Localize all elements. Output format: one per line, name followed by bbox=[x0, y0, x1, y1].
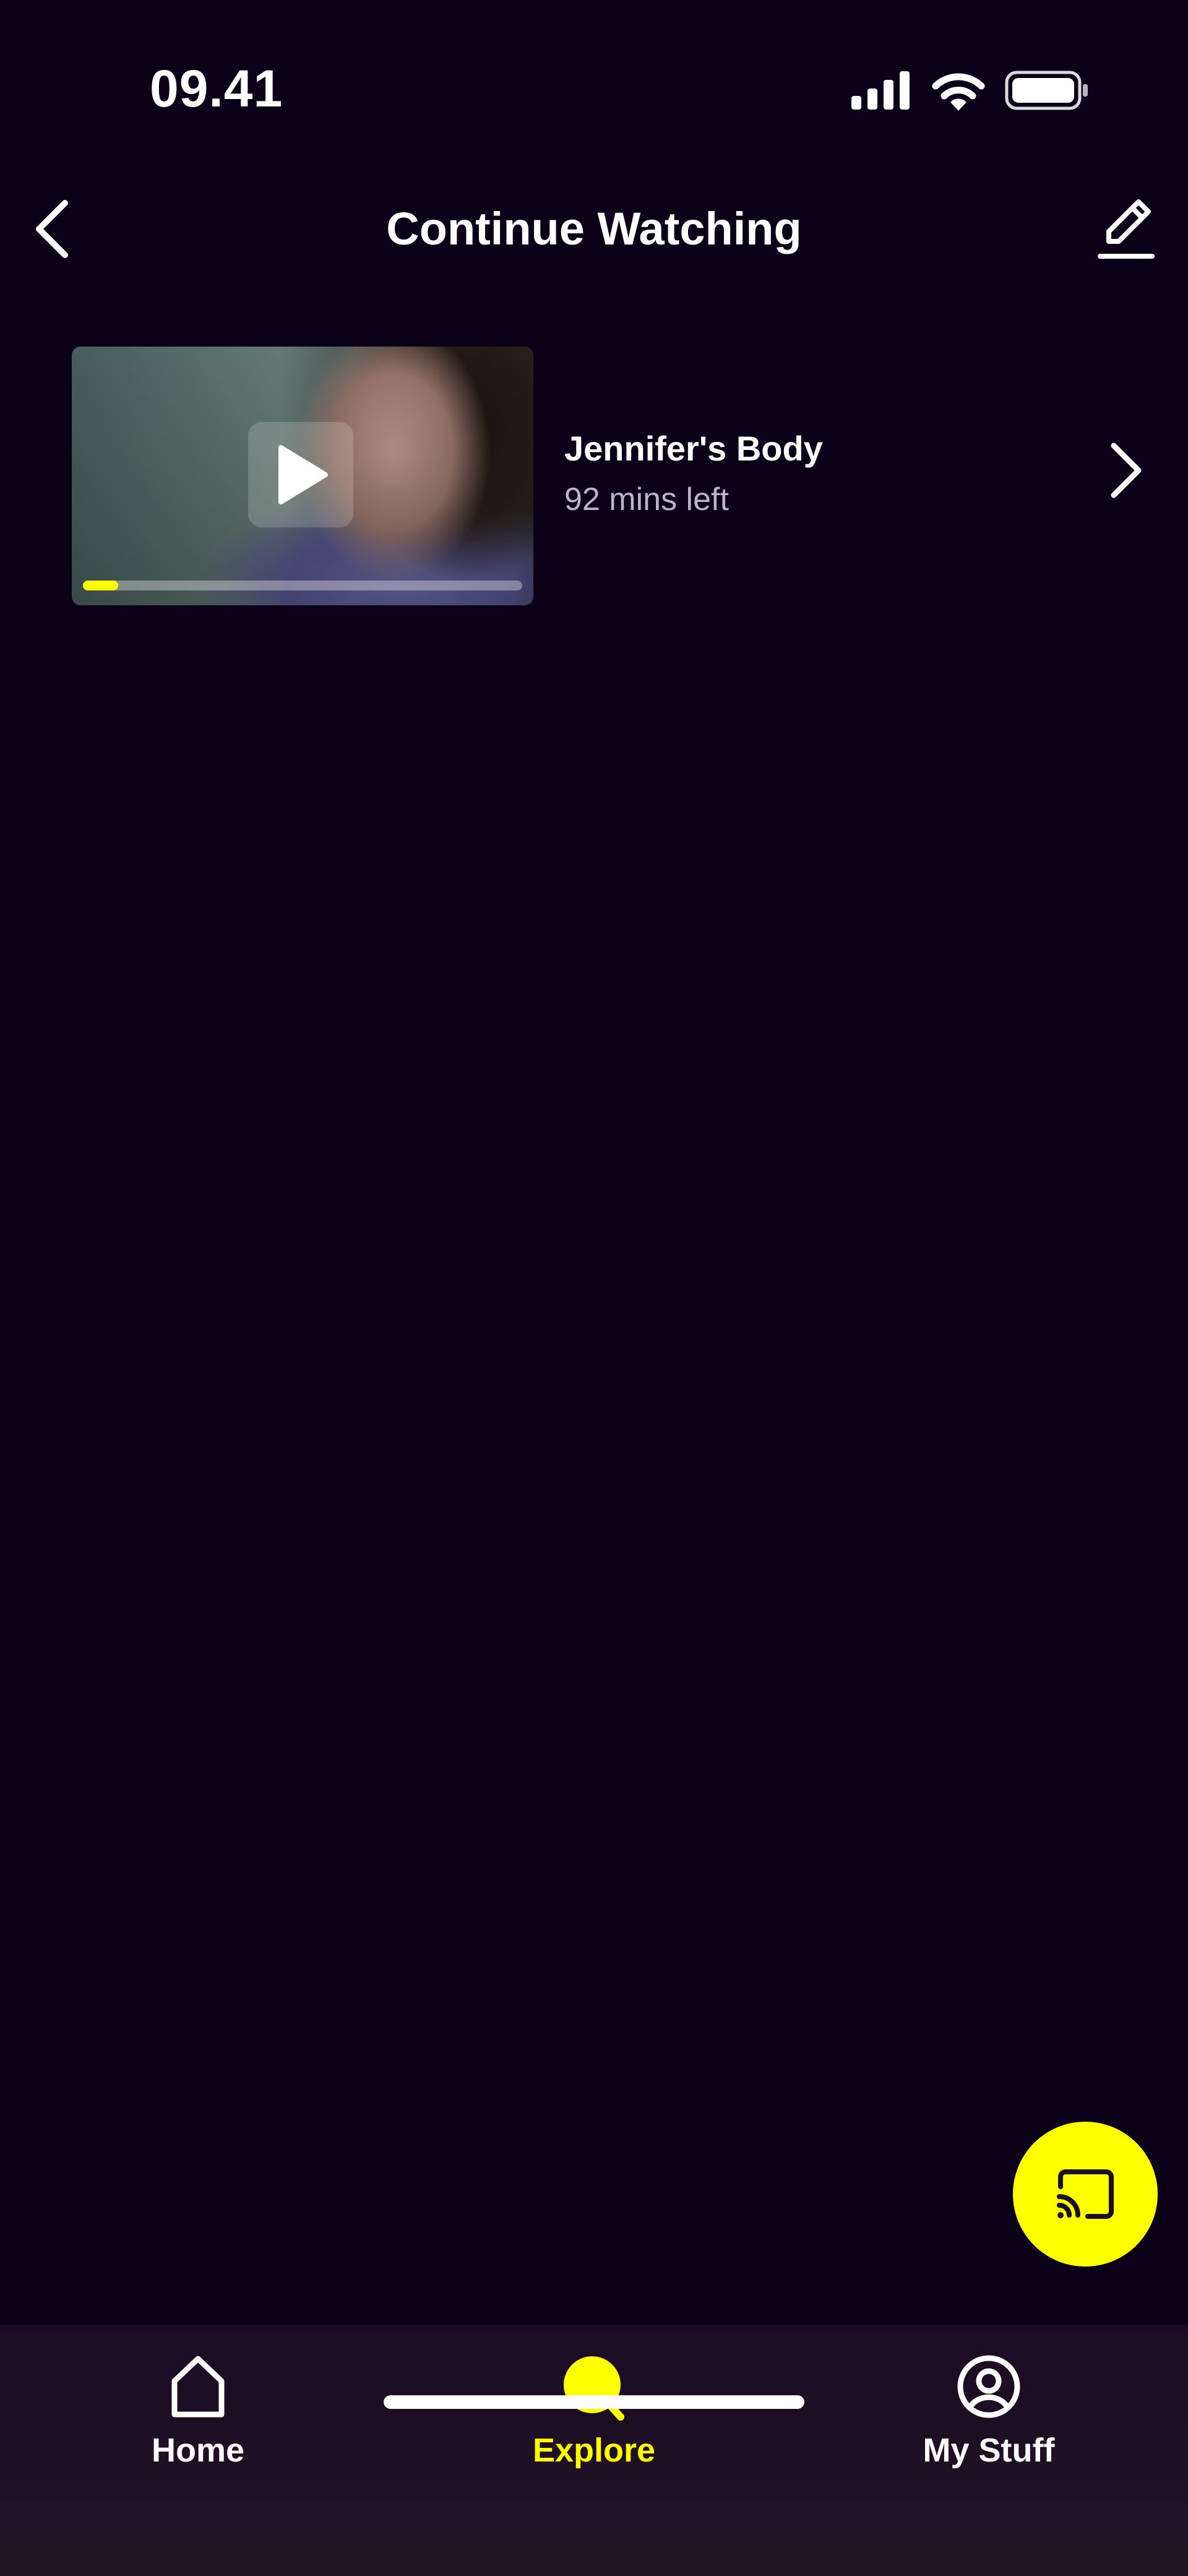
item-title: Jennifer's Body bbox=[564, 429, 823, 468]
video-thumbnail[interactable] bbox=[72, 347, 533, 605]
nav-label-explore: Explore bbox=[532, 2432, 656, 2469]
watch-progress-fill bbox=[83, 581, 118, 590]
header: Continue Watching bbox=[0, 173, 1188, 285]
cast-icon bbox=[1057, 2169, 1114, 2219]
pencil-icon bbox=[1098, 199, 1155, 259]
status-bar: 09.41 bbox=[0, 0, 1188, 142]
status-time: 09.41 bbox=[150, 59, 283, 118]
nav-item-my-stuff[interactable]: My Stuff bbox=[865, 2349, 1113, 2473]
continue-watching-list: Jennifer's Body 92 mins left bbox=[0, 347, 1188, 605]
wifi-icon bbox=[932, 73, 985, 111]
nav-label-home: Home bbox=[151, 2432, 245, 2469]
signal-icon bbox=[851, 71, 910, 110]
user-circle-icon bbox=[957, 2355, 1020, 2418]
chevron-right-icon bbox=[1111, 443, 1142, 498]
cast-button[interactable] bbox=[1013, 2122, 1158, 2267]
status-icons bbox=[851, 66, 1089, 115]
page-title: Continue Watching bbox=[386, 203, 802, 254]
nav-label-my-stuff: My Stuff bbox=[923, 2432, 1055, 2469]
nav-item-home[interactable]: Home bbox=[74, 2349, 322, 2473]
item-detail-button[interactable] bbox=[1089, 433, 1163, 508]
battery-icon bbox=[1005, 71, 1088, 110]
play-button[interactable] bbox=[248, 422, 353, 527]
search-icon bbox=[564, 2356, 624, 2421]
home-indicator bbox=[384, 2395, 804, 2409]
nav-item-explore[interactable]: Explore bbox=[470, 2349, 718, 2473]
watch-progress-bar bbox=[83, 581, 522, 590]
home-icon bbox=[171, 2356, 225, 2418]
play-icon bbox=[278, 445, 328, 504]
item-time-left: 92 mins left bbox=[564, 482, 729, 517]
bottom-nav: Home Explore My Stuff bbox=[0, 2325, 1188, 2576]
edit-button[interactable] bbox=[1089, 192, 1163, 266]
list-item[interactable]: Jennifer's Body 92 mins left bbox=[0, 347, 1188, 605]
